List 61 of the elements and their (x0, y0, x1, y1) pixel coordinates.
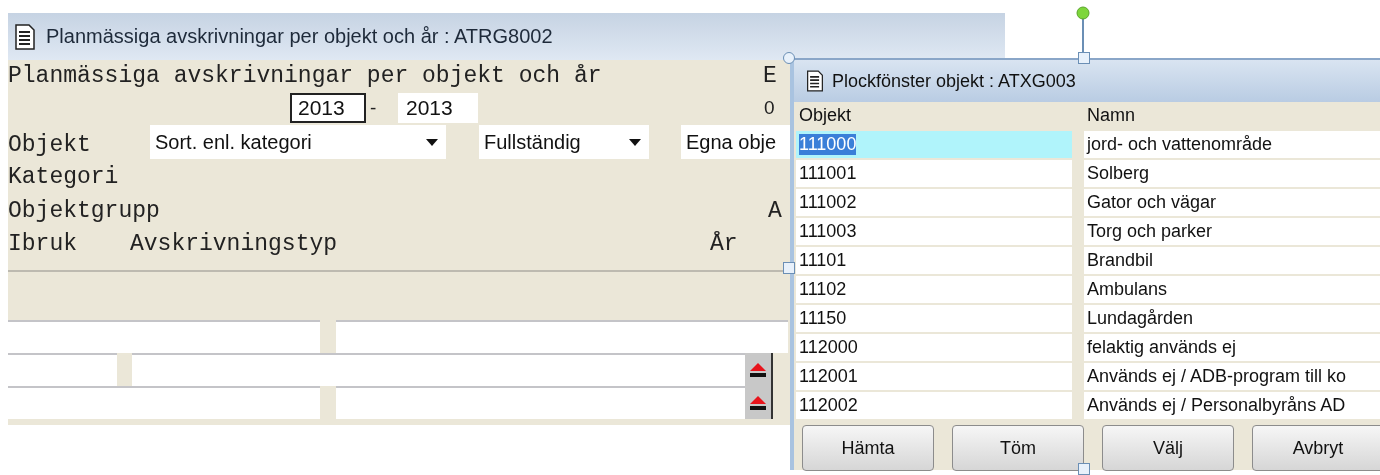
caret-icon (426, 138, 438, 146)
table-cell[interactable]: jord- och vattenområde (1084, 131, 1380, 158)
eject-icon (748, 360, 768, 379)
table-cell[interactable]: Torg och parker (1084, 218, 1380, 245)
input-field[interactable] (336, 386, 745, 419)
eject-button[interactable] (745, 386, 773, 419)
table-cell[interactable]: 111002 (796, 189, 1072, 216)
table-cell[interactable]: felaktig används ej (1084, 334, 1380, 361)
caret-icon (629, 138, 641, 146)
resize-handle[interactable] (1078, 52, 1090, 64)
range-dash: - (369, 97, 377, 119)
resize-handle[interactable] (1078, 463, 1090, 475)
window-title: Plockfönster objekt : ATXG003 (832, 70, 1076, 92)
table-cell[interactable]: 112001 (796, 363, 1072, 390)
dropdown[interactable]: Fullständig (479, 125, 649, 159)
input-field[interactable] (8, 386, 320, 419)
column-header: Avskrivningstyp (130, 232, 338, 256)
input-field[interactable] (8, 353, 117, 386)
table-cell[interactable]: Används ej / ADB-program till ko (1084, 363, 1380, 390)
report-heading: Planmässiga avskrivningar per objekt och år (8, 64, 602, 88)
document-icon (806, 70, 824, 92)
field-label: Objekt (8, 130, 91, 157)
table-cell[interactable]: Solberg (1084, 160, 1380, 187)
input-field[interactable] (132, 353, 745, 386)
column-header: Namn (1086, 104, 1136, 127)
table-cell[interactable]: Lundagården (1084, 305, 1380, 332)
year-field[interactable]: 2013 (290, 93, 366, 123)
column-header: Ibruk (8, 232, 77, 256)
field-label: Objektgrupp (8, 199, 160, 223)
field-label: Kategori (8, 165, 119, 189)
field-label: A (768, 199, 782, 223)
table-cell[interactable]: Brandbil (1084, 247, 1380, 274)
dropdown[interactable]: Egna obje (681, 125, 790, 159)
eject-button[interactable] (745, 353, 773, 386)
document-icon (14, 23, 36, 50)
input-field[interactable] (8, 320, 320, 353)
table-cell[interactable]: Gator och vägar (1084, 189, 1380, 216)
eject-icon (748, 393, 768, 412)
table-cell[interactable]: 11102 (796, 276, 1072, 303)
table-cell[interactable]: 111001 (796, 160, 1072, 187)
table-cell[interactable]: 11150 (796, 305, 1072, 332)
table-cell[interactable]: 111000 (796, 131, 1072, 158)
dropdown[interactable]: Sort. enl. kategori (150, 125, 446, 159)
table-cell[interactable]: Ambulans (1084, 276, 1380, 303)
table-cell[interactable]: 112000 (796, 334, 1072, 361)
table-cell[interactable]: Används ej / Personalbyråns AD (1084, 392, 1380, 419)
dialog-button[interactable]: Töm (952, 425, 1084, 471)
window-title: Planmässiga avskrivningar per objekt och år : ATRG8002 (46, 25, 553, 48)
table-cell[interactable]: 11101 (796, 247, 1072, 274)
dialog-button[interactable]: Välj (1102, 425, 1234, 471)
resize-handle[interactable] (783, 262, 795, 274)
table-cell[interactable]: 111003 (796, 218, 1072, 245)
heading-label: E (763, 64, 777, 88)
column-header: År (710, 232, 738, 256)
table-cell[interactable]: 112002 (796, 392, 1072, 419)
dialog-button[interactable]: Hämta (802, 425, 934, 471)
dialog-button[interactable]: Avbryt (1252, 425, 1380, 471)
input-field[interactable] (336, 320, 788, 353)
year-field[interactable]: 2013 (398, 93, 478, 123)
value-label: 0 (764, 97, 775, 119)
column-header: Objekt (798, 104, 853, 127)
